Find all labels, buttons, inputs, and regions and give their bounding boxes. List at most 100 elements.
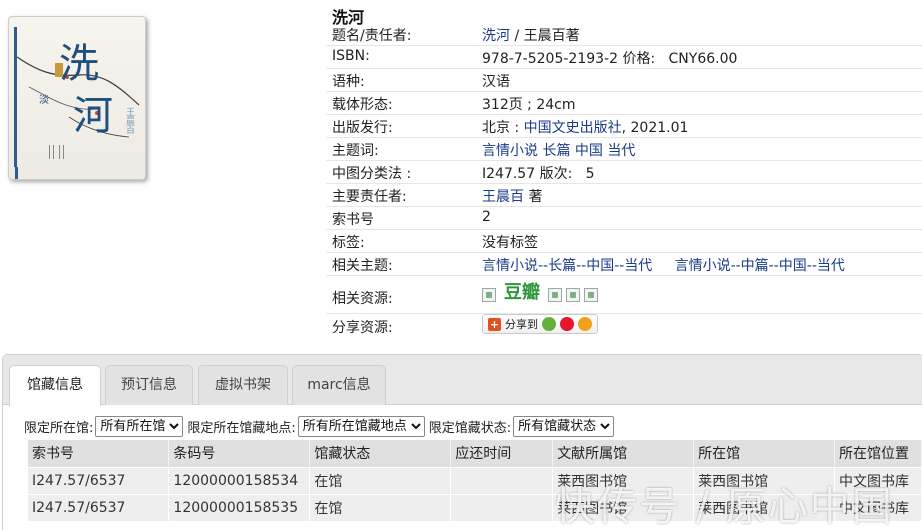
watermark: 快传号 / 原心中国 bbox=[555, 484, 894, 530]
info-text: 978-7-5205-2193-2 价格: CNY66.00 bbox=[482, 51, 738, 67]
broken-image-icon[interactable] bbox=[482, 288, 496, 302]
svg-text:河: 河 bbox=[73, 93, 113, 139]
cell-barcode: 12000000158535 bbox=[168, 493, 311, 521]
info-text: , 2021.01 bbox=[621, 120, 689, 136]
svg-text:王晨百: 王晨百 bbox=[124, 107, 135, 135]
info-label: 索书号 bbox=[332, 212, 374, 228]
tab-reservation[interactable]: 预订信息 bbox=[105, 365, 193, 405]
col-call-number[interactable]: 索书号 bbox=[28, 440, 170, 467]
info-row: 出版发行: 北京 : 中国文史出版社, 2021.01 bbox=[326, 115, 922, 138]
cell-due-date bbox=[450, 493, 554, 521]
info-text: / 王晨百著 bbox=[510, 28, 580, 44]
info-link[interactable]: 言情小说--长篇--中国--当代 bbox=[482, 258, 652, 274]
tab-holdings[interactable]: 馆藏信息 bbox=[9, 365, 101, 406]
info-row: 主要责任者: 王晨百 著 bbox=[326, 184, 922, 207]
info-row: 相关主题: 言情小说--长篇--中国--当代 言情小说--中篇--中国--当代 bbox=[326, 253, 922, 276]
info-row: ISBN: 978-7-5205-2193-2 价格: CNY66.00 bbox=[326, 46, 922, 69]
cover-title: 洗 bbox=[59, 41, 99, 87]
info-text: 著 bbox=[524, 189, 543, 205]
share-area: + 分享到 bbox=[482, 314, 598, 334]
cell-call-number: I247.57/6537 bbox=[28, 466, 170, 494]
share-button-label: 分享到 bbox=[505, 318, 538, 331]
info-label: ISBN: bbox=[332, 48, 370, 64]
info-row: 标签: 没有标签 bbox=[326, 230, 922, 253]
broken-image-icon[interactable] bbox=[548, 288, 562, 302]
info-label: 语种: bbox=[332, 74, 365, 90]
info-value: 汉语 bbox=[482, 71, 510, 91]
cell-call-number: I247.57/6537 bbox=[28, 493, 170, 521]
info-value: 2 bbox=[482, 209, 491, 225]
tab-marc[interactable]: marc信息 bbox=[292, 365, 386, 405]
location-select[interactable]: 所有所在馆 bbox=[95, 416, 184, 437]
info-link[interactable]: 王晨百 bbox=[482, 189, 524, 205]
info-value: 王晨百 著 bbox=[482, 186, 542, 206]
qzone-icon[interactable] bbox=[578, 317, 592, 331]
cell-status: 在馆 bbox=[309, 466, 452, 494]
holdings-filters: 限定所在馆: 所有所在馆 限定所在馆藏地点: 所有所在馆藏地点 限定馆藏状态: … bbox=[24, 416, 618, 437]
col-owner-library[interactable]: 文献所属馆 bbox=[552, 440, 695, 467]
col-barcode[interactable]: 条码号 bbox=[168, 440, 311, 467]
weibo-icon[interactable] bbox=[560, 317, 574, 331]
info-link[interactable]: 言情小说 长篇 中国 当代 bbox=[482, 143, 635, 159]
info-row: 语种: 汉语 bbox=[326, 69, 922, 92]
info-text: 2 bbox=[482, 209, 491, 225]
douban-link[interactable]: 豆瓣 bbox=[504, 284, 540, 302]
info-text: 没有标签 bbox=[482, 235, 538, 251]
info-label: 载体形态: bbox=[332, 97, 393, 113]
info-row: 载体形态: 312页 ; 24cm bbox=[326, 92, 922, 115]
info-value: 312页 ; 24cm bbox=[482, 94, 576, 114]
info-value: 北京 : 中国文史出版社, 2021.01 bbox=[482, 117, 688, 137]
place-filter-label: 限定所在馆藏地点: bbox=[187, 421, 296, 436]
book-cover: 洗 河 王晨百 淡 bbox=[8, 16, 146, 180]
tab-bar: 馆藏信息 预订信息 虚拟书架 marc信息 bbox=[3, 355, 922, 406]
location-filter-label: 限定所在馆: bbox=[24, 421, 94, 436]
info-label: 出版发行: bbox=[332, 120, 393, 136]
table-header-row: 索书号 条码号 馆藏状态 应还时间 文献所属馆 所在馆 所在馆位置 bbox=[28, 440, 922, 467]
info-value: 言情小说--长篇--中国--当代 言情小说--中篇--中国--当代 bbox=[482, 255, 845, 275]
status-select[interactable]: 所有馆藏状态 bbox=[513, 416, 615, 437]
info-link[interactable]: 中国文史出版社 bbox=[524, 120, 622, 136]
col-status[interactable]: 馆藏状态 bbox=[309, 440, 452, 467]
info-text: I247.57 版次: 5 bbox=[482, 166, 595, 182]
info-link[interactable]: 言情小说--中篇--中国--当代 bbox=[675, 258, 845, 274]
resources-row: 相关资源: 豆瓣 bbox=[326, 284, 922, 314]
info-value: 洗河 / 王晨百著 bbox=[482, 25, 580, 45]
svg-text:淡: 淡 bbox=[39, 94, 49, 106]
broken-image-icon[interactable] bbox=[566, 288, 580, 302]
info-value: 言情小说 长篇 中国 当代 bbox=[482, 140, 635, 160]
info-row: 主题词: 言情小说 长篇 中国 当代 bbox=[326, 138, 922, 161]
info-label: 题名/责任者: bbox=[332, 28, 412, 44]
info-text: 312页 ; 24cm bbox=[482, 97, 576, 113]
info-label: 相关主题: bbox=[332, 258, 393, 274]
col-shelf-location[interactable]: 所在馆位置 bbox=[834, 440, 922, 467]
col-location-library[interactable]: 所在馆 bbox=[693, 440, 835, 467]
info-label: 中图分类法 : bbox=[332, 166, 412, 182]
cell-status: 在馆 bbox=[309, 493, 452, 521]
info-text: 北京 : bbox=[482, 120, 524, 136]
info-row: 中图分类法 : I247.57 版次: 5 bbox=[326, 161, 922, 184]
share-button[interactable]: + 分享到 bbox=[482, 314, 598, 334]
plus-icon: + bbox=[488, 317, 501, 331]
col-due-date[interactable]: 应还时间 bbox=[450, 440, 554, 467]
tab-virtual-shelf[interactable]: 虚拟书架 bbox=[198, 365, 288, 405]
info-label: 标签: bbox=[332, 235, 365, 251]
info-value: 978-7-5205-2193-2 价格: CNY66.00 bbox=[482, 48, 737, 68]
info-value: I247.57 版次: 5 bbox=[482, 163, 595, 183]
broken-image-icon[interactable] bbox=[584, 288, 598, 302]
info-text bbox=[652, 258, 674, 274]
info-text: 汉语 bbox=[482, 74, 510, 90]
info-value: 没有标签 bbox=[482, 232, 538, 252]
info-label: 主要责任者: bbox=[332, 189, 407, 205]
cell-due-date bbox=[450, 466, 554, 494]
resources-label: 相关资源: bbox=[332, 291, 393, 307]
status-filter-label: 限定馆藏状态: bbox=[428, 421, 512, 436]
wechat-icon[interactable] bbox=[542, 317, 556, 331]
resources-icons: 豆瓣 bbox=[482, 284, 598, 302]
info-row: 索书号 2 bbox=[326, 207, 922, 230]
info-link[interactable]: 洗河 bbox=[482, 28, 510, 44]
info-label: 主题词: bbox=[332, 143, 379, 159]
share-label: 分享资源: bbox=[332, 320, 393, 336]
cell-barcode: 12000000158534 bbox=[168, 466, 311, 494]
place-select[interactable]: 所有所在馆藏地点 bbox=[297, 416, 425, 437]
share-row: 分享资源: + 分享到 bbox=[326, 314, 922, 340]
